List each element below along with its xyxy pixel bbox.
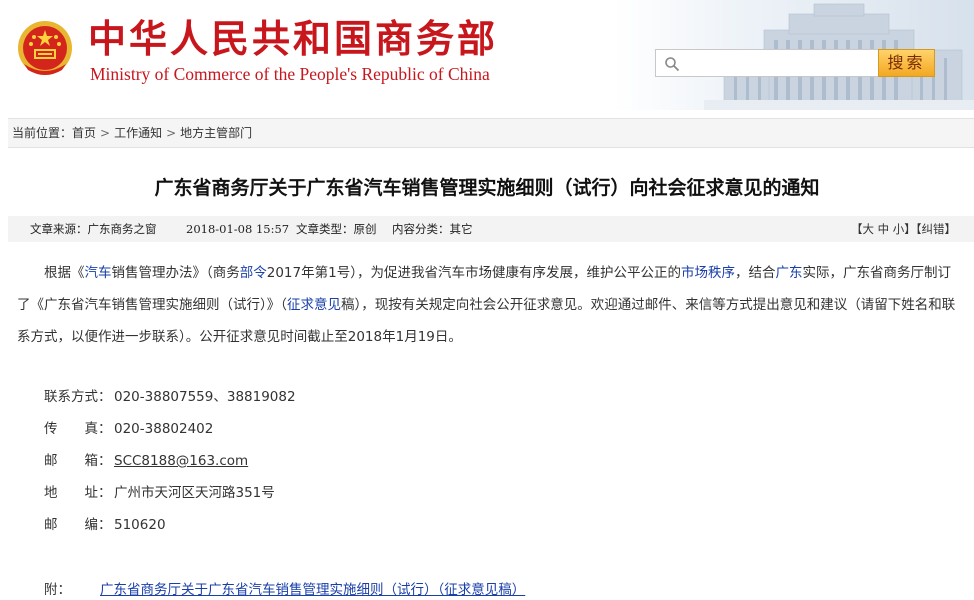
breadcrumb-local-departments[interactable]: 地方主管部门	[180, 126, 252, 140]
breadcrumb-home[interactable]: 首页	[72, 126, 96, 140]
contact-email-row: 邮 箱： SCC8188@163.com	[44, 451, 248, 471]
text: 2017年第1号），为促进我省汽车市场健康有序发展，维护公平公正的	[266, 265, 681, 281]
text: ，结合	[734, 265, 776, 281]
search-input[interactable]	[684, 52, 874, 74]
article-date: 2018-01-08 15:57	[186, 222, 290, 236]
article-title: 广东省商务厅关于广东省汽车销售管理实施细则（试行）向社会征求意见的通知	[154, 177, 820, 199]
keyword-link[interactable]: 部令	[240, 265, 267, 281]
email-link[interactable]: SCC8188@163.com	[114, 453, 248, 469]
contact-value: 510620	[114, 517, 166, 533]
font-size-controls: 【大 中 小】【纠错】	[851, 216, 956, 242]
bracket: 【	[850, 222, 863, 236]
text: 销售管理办法》（商务	[111, 265, 240, 281]
breadcrumb-separator: >	[100, 126, 111, 140]
keyword-link[interactable]: 汽车	[85, 265, 112, 281]
keyword-link[interactable]: 市场秩序	[681, 265, 735, 281]
breadcrumb-work-notice[interactable]: 工作通知	[114, 126, 162, 140]
bracket: 】	[944, 222, 957, 236]
contact-label: 传 真：	[44, 421, 112, 437]
contact-value: 020-38807559、38819082	[114, 389, 296, 405]
attachment-label: 附：	[44, 582, 71, 598]
contact-label: 邮 箱：	[44, 453, 112, 469]
attachment-row: 附： 广东省商务厅关于广东省汽车销售管理实施细则（试行）（征求意见稿）	[44, 580, 525, 600]
contact-label: 联系方式：	[44, 389, 112, 405]
site-title-english: Ministry of Commerce of the People's Rep…	[90, 64, 490, 84]
search-box	[655, 49, 879, 77]
breadcrumb-separator: >	[166, 126, 177, 140]
contact-fax-row: 传 真： 020-38802402	[44, 419, 213, 439]
attachment-link[interactable]: 广东省商务厅关于广东省汽车销售管理实施细则（试行）（征求意见稿）	[100, 582, 525, 598]
text: 根据《	[44, 265, 85, 281]
font-medium-button[interactable]: 中	[878, 222, 890, 236]
article-category: 内容分类：其它	[392, 222, 473, 236]
article-type: 文章类型：原创	[296, 222, 377, 236]
search-button[interactable]: 搜索	[878, 49, 935, 77]
font-large-button[interactable]: 大	[862, 222, 874, 236]
keyword-link[interactable]: 征求意见	[287, 297, 341, 313]
breadcrumb: 当前位置：首页 > 工作通知 > 地方主管部门	[8, 118, 974, 148]
font-small-button[interactable]: 小	[893, 222, 905, 236]
contact-value: 广州市天河区天河路351号	[114, 485, 275, 501]
article-body: 根据《汽车销售管理办法》（商务部令2017年第1号），为促进我省汽车市场健康有序…	[17, 257, 957, 353]
contact-phone-row: 联系方式： 020-38807559、38819082	[44, 387, 296, 407]
contact-postcode-row: 邮 编： 510620	[44, 515, 166, 535]
error-report-button[interactable]: 纠错	[922, 222, 945, 236]
contact-label: 地 址：	[44, 485, 112, 501]
national-emblem-icon	[18, 21, 72, 75]
article-source: 文章来源：广东商务之窗	[30, 222, 157, 236]
site-header: 中华人民共和国商务部 Ministry of Commerce of the P…	[0, 0, 974, 110]
article-meta-bar: 文章来源：广东商务之窗 2018-01-08 15:57 文章类型：原创 内容分…	[8, 216, 974, 242]
bracket: 】【	[904, 222, 922, 236]
article-paragraph: 根据《汽车销售管理办法》（商务部令2017年第1号），为促进我省汽车市场健康有序…	[17, 257, 957, 353]
site-title-chinese: 中华人民共和国商务部	[88, 16, 499, 61]
breadcrumb-label: 当前位置：	[12, 126, 73, 140]
contact-address-row: 地 址： 广州市天河区天河路351号	[44, 483, 275, 503]
contact-label: 邮 编：	[44, 517, 112, 533]
search-icon	[665, 57, 680, 72]
contact-value: 020-38802402	[114, 421, 214, 437]
keyword-link[interactable]: 广东	[775, 265, 802, 281]
